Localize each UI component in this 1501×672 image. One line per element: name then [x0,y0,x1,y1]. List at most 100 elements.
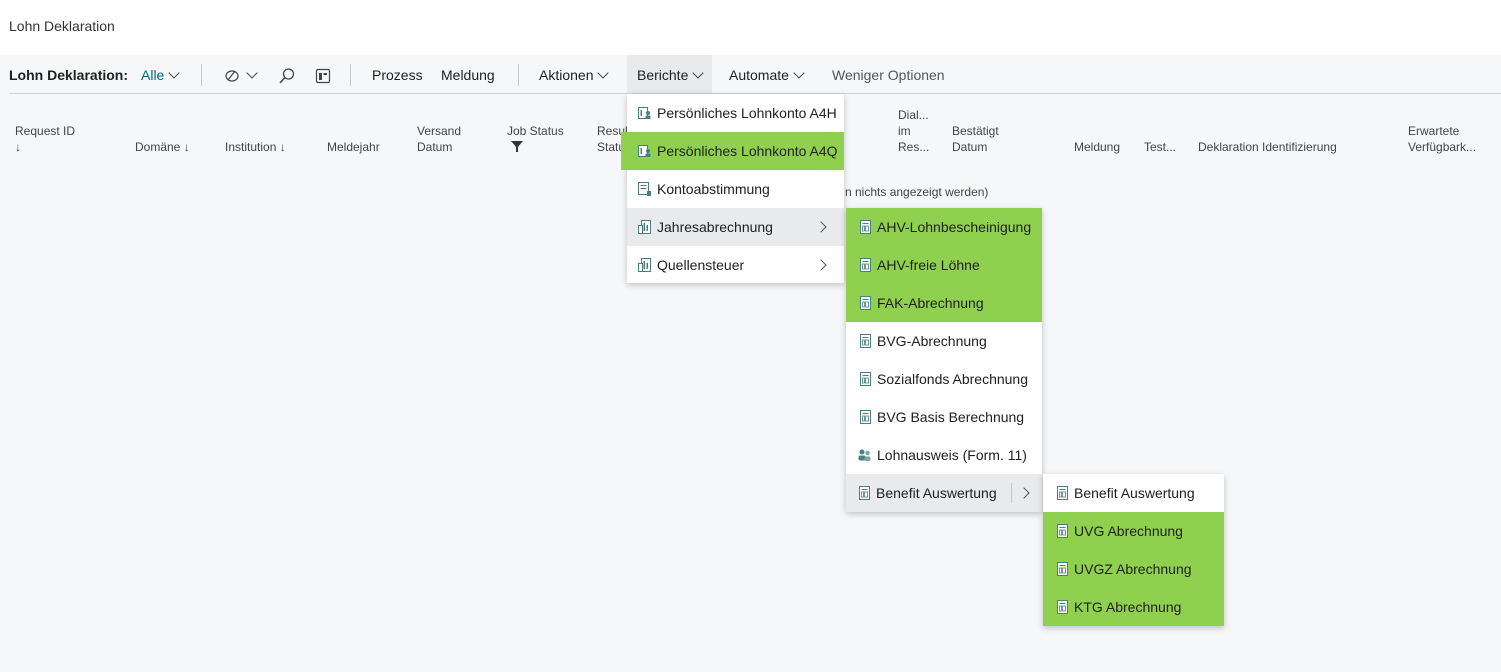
column-header-meldung[interactable]: Meldung [1074,139,1120,155]
filter-funnel-icon [511,141,523,152]
menu-item-label: UVG Abrechnung [1074,523,1183,539]
menu-item-benefit-auswertung[interactable]: Benefit Auswertung [846,474,1042,512]
menu-item-uvgz-abrechnung[interactable]: UVGZ Abrechnung [1043,550,1224,588]
menu-item-ahv-lohnbescheinigung[interactable]: AHV-Lohnbescheinigung [846,208,1042,246]
menu-item-label: Lohnausweis (Form. 11) [877,447,1027,463]
menu-item-benefit-auswertung-report[interactable]: Benefit Auswertung [1043,474,1224,512]
jahresabrechnung-submenu: AHV-Lohnbescheinigung AHV-freie Löhne FA… [846,208,1042,512]
column-label: Verfügbark... [1408,140,1477,154]
menu-item-label: AHV-freie Löhne [877,257,980,273]
filter-value: Alle [141,67,165,83]
chevron-right-icon [815,221,827,233]
menu-item-fak-abrechnung[interactable]: FAK-Abrechnung [846,284,1042,322]
menu-item-label: Benefit Auswertung [1074,485,1195,501]
report-icon [638,182,651,196]
document-icon [859,410,872,424]
document-icon [859,258,872,272]
menu-item-label: BVG Basis Berechnung [877,409,1025,425]
chevron-right-icon [1018,487,1030,499]
menu-item-jahresabrechnung[interactable]: Jahresabrechnung [627,208,844,246]
menu-item-uvg-abrechnung[interactable]: UVG Abrechnung [1043,512,1224,550]
column-header-versand-datum[interactable]: Versand Datum [417,123,461,155]
search-button[interactable] [278,55,296,95]
column-header-institution[interactable]: Institution ↓ [225,139,286,155]
filter-pane-button[interactable] [224,55,258,95]
column-header-deklaration-identifizierung[interactable]: Deklaration Identifizierung [1198,139,1337,155]
document-icon [1056,562,1069,576]
automate-menu[interactable]: Automate [729,55,805,95]
menu-item-lohnkonto-a4q[interactable]: Persönliches Lohnkonto A4Q [621,132,844,170]
chevron-down-icon [793,67,805,79]
document-icon [1056,600,1069,614]
menu-item-label: Persönliches Lohnkonto A4Q [657,143,838,159]
document-icon [859,334,872,348]
sort-arrow-icon: ↓ [279,140,286,154]
column-header-domaene[interactable]: Domäne ↓ [135,139,190,155]
benefit-auswertung-submenu: Benefit Auswertung UVG Abrechnung UVGZ A… [1043,474,1224,626]
column-header-test[interactable]: Test... [1144,139,1176,155]
column-header-dialog-im-res[interactable]: Dial... im Res... [898,107,929,155]
berichte-menu[interactable]: Berichte [627,55,713,95]
column-label: Datum [417,140,453,154]
sort-arrow-icon: ↓ [15,140,21,154]
page-title: Lohn Deklaration [9,18,115,34]
berichte-dropdown: Persönliches Lohnkonto A4H Persönliches … [621,94,844,284]
chevron-down-icon [246,67,258,79]
layout-icon [315,69,331,84]
building-report-icon [638,258,651,272]
column-header-job-status[interactable]: Job Status [507,123,564,139]
menu-item-lohnkonto-a4h[interactable]: Persönliches Lohnkonto A4H [627,94,844,132]
page-header: Lohn Deklaration [0,0,1501,55]
column-label: Datum [952,140,988,154]
separator [350,64,351,86]
menu-item-quellensteuer[interactable]: Quellensteuer [627,246,844,284]
column-label: Dial... [898,108,929,122]
sort-arrow-icon: ↓ [183,140,190,154]
chevron-down-icon [597,67,610,79]
weniger-optionen-button[interactable]: Weniger Optionen [832,55,945,95]
column-label: Versand [417,124,462,138]
column-label: Bestätigt [952,124,999,138]
document-icon [858,486,871,500]
menu-item-bvg-abrechnung[interactable]: BVG-Abrechnung [846,322,1042,360]
column-header-bestaetigt-datum[interactable]: Bestätigt Datum [952,123,999,155]
menu-item-label: KTG Abrechnung [1074,599,1182,615]
prozess-button[interactable]: Prozess [372,55,423,95]
column-label: im [898,124,911,138]
building-report-icon [638,220,651,234]
meldung-button[interactable]: Meldung [441,55,495,95]
menu-item-label: UVGZ Abrechnung [1074,561,1192,577]
menu-item-sozialfonds-abrechnung[interactable]: Sozialfonds Abrechnung [846,360,1042,398]
menu-item-ahv-freie-loehne[interactable]: AHV-freie Löhne [846,246,1042,284]
menu-item-kontoabstimmung[interactable]: Kontoabstimmung [627,170,844,208]
menu-item-lohnausweis[interactable]: Lohnausweis (Form. 11) [846,436,1042,474]
column-label: Erwartete [1408,124,1460,138]
document-icon [1056,486,1069,500]
separator [518,64,519,86]
document-icon [859,220,872,234]
chevron-down-icon [168,67,181,79]
chevron-down-icon [692,67,705,79]
menu-item-label: Sozialfonds Abrechnung [877,371,1028,387]
menu-item-label: FAK-Abrechnung [877,295,984,311]
aktionen-menu[interactable]: Aktionen [539,55,610,95]
menu-item-bvg-basis-berechnung[interactable]: BVG Basis Berechnung [846,398,1042,436]
column-header-request-id[interactable]: Request ID ↓ [15,123,75,155]
column-label: Request ID [15,124,76,138]
view-label: Lohn Deklaration: [9,67,129,83]
filter-dropdown[interactable]: Alle [141,55,181,95]
menu-item-ktg-abrechnung[interactable]: KTG Abrechnung [1043,588,1224,626]
chevron-right-icon [815,259,827,271]
separator [201,64,202,86]
column-header-erwartete-verfuegbarkeit[interactable]: Erwartete Verfügbark... [1408,123,1476,155]
report-person-icon [638,106,651,120]
menu-item-label: AHV-Lohnbescheinigung [877,219,1032,235]
layout-button[interactable] [315,55,331,95]
menu-item-label: Quellensteuer [657,257,745,273]
column-header-meldejahr[interactable]: Meldejahr [327,139,380,155]
menu-item-label: BVG-Abrechnung [877,333,987,349]
column-label: Domäne [135,140,181,154]
empty-list-message: n nichts angezeigt werden) [845,185,989,199]
column-label: Institution [225,140,277,154]
document-icon [859,372,872,386]
